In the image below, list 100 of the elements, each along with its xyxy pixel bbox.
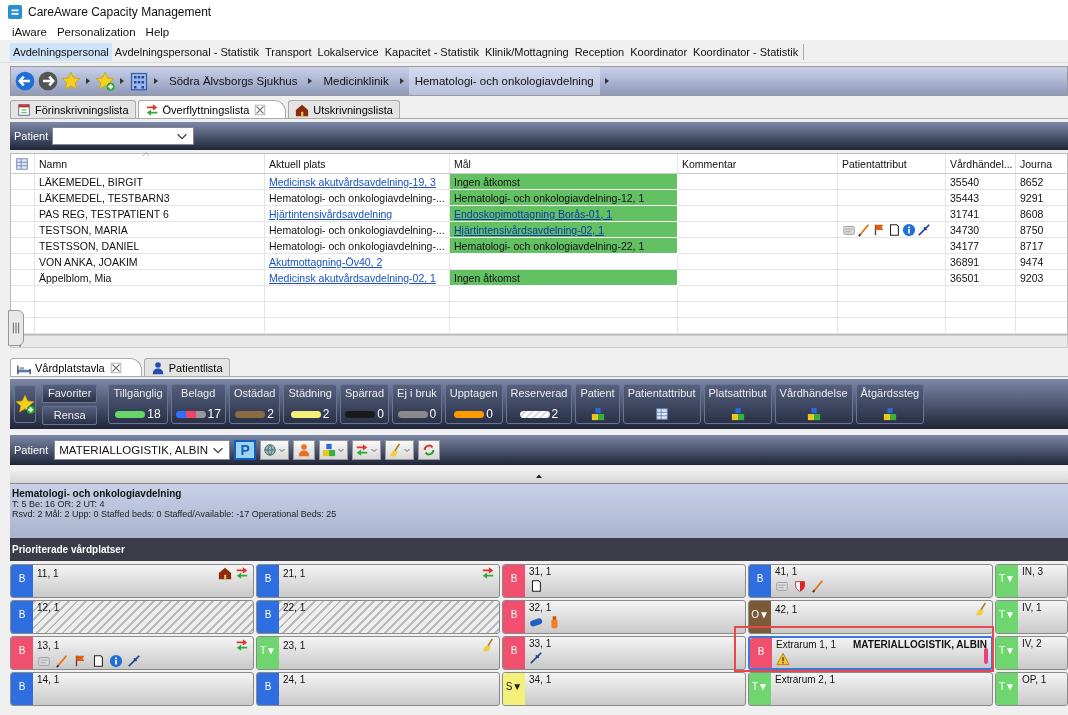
- filter-button[interactable]: Vårdhändelse: [774, 384, 853, 424]
- parking-button[interactable]: P: [234, 440, 257, 460]
- location-link[interactable]: Medicinsk akutvårdsavdelning-19, 3: [269, 176, 436, 188]
- caret-icon[interactable]: [397, 77, 406, 85]
- perspective-tab[interactable]: Transport: [261, 43, 315, 61]
- bed-card[interactable]: B 41, 1: [748, 564, 993, 598]
- bed-card[interactable]: B 24, 1: [256, 672, 500, 706]
- column-header[interactable]: Journa: [1020, 158, 1053, 170]
- bed-card[interactable]: B Extrarum 1, 1 MATERIALLOGISTIK, ALBIN: [748, 636, 993, 670]
- star-add-icon[interactable]: [95, 71, 115, 91]
- status-tag[interactable]: B: [11, 565, 33, 597]
- horizontal-scrollbar[interactable]: [10, 335, 1068, 348]
- filter-button[interactable]: Patientattribut: [622, 384, 701, 424]
- column-header[interactable]: Vårdhändel...: [950, 158, 1013, 170]
- status-tag[interactable]: B: [11, 601, 33, 633]
- filter-button[interactable]: Åtgärdssteg: [855, 384, 925, 424]
- bed-card[interactable]: T▼ Extrarum 2, 1: [748, 672, 993, 706]
- tool-button[interactable]: [352, 440, 382, 460]
- column-header[interactable]: Patientattribut: [842, 158, 907, 170]
- caret-icon[interactable]: [118, 77, 126, 85]
- tab[interactable]: Förinskrivningslista: [10, 100, 136, 118]
- location-link[interactable]: Medicinsk akutvårdsavdelning-02, 1: [269, 272, 436, 284]
- caret-icon[interactable]: [602, 77, 611, 85]
- building-icon[interactable]: [129, 71, 149, 91]
- bed-card[interactable]: B 31, 1: [502, 564, 746, 598]
- bed-card[interactable]: T▼ IN, 3: [995, 564, 1068, 598]
- filter-button[interactable]: Belagd 17: [170, 384, 226, 424]
- tool-button[interactable]: [293, 440, 316, 460]
- goal-link[interactable]: Endoskopimottagning Borås-01, 1: [454, 207, 613, 220]
- column-header[interactable]: Namn: [39, 158, 67, 170]
- filter-button[interactable]: Reserverad 2: [505, 384, 573, 424]
- perspective-tab[interactable]: Reception: [571, 43, 628, 61]
- caret-icon[interactable]: [152, 77, 160, 85]
- bed-card[interactable]: B 11, 1: [10, 564, 254, 598]
- close-icon[interactable]: [108, 360, 123, 375]
- status-tag[interactable]: S▼: [503, 673, 525, 705]
- bed-card[interactable]: T▼ 23, 1: [256, 636, 500, 670]
- perspective-tab[interactable]: Avdelningspersonal - Statistik: [111, 43, 262, 61]
- column-header[interactable]: Mål: [454, 158, 471, 170]
- breadcrumb[interactable]: Södra Älvsborgs Sjukhus: [163, 67, 304, 95]
- patient-dropdown[interactable]: MATERIALLOGISTIK, ALBIN: [54, 440, 231, 460]
- perspective-tab[interactable]: Klinik/Mottagning: [481, 43, 572, 61]
- tool-button[interactable]: [319, 440, 349, 460]
- status-tag[interactable]: B: [11, 673, 33, 705]
- breadcrumb[interactable]: Hematologi- och onkologiavdelning: [408, 67, 600, 95]
- tool-button[interactable]: [385, 440, 415, 460]
- location-link[interactable]: Hjärtintensivårdsavdelning: [269, 208, 393, 220]
- breadcrumb[interactable]: Medicinklinik: [317, 67, 395, 95]
- caret-icon[interactable]: [84, 77, 92, 85]
- bed-card[interactable]: O▼ 42, 1: [748, 600, 993, 634]
- bed-card[interactable]: B 14, 1: [10, 672, 254, 706]
- column-header[interactable]: Aktuell plats: [269, 158, 326, 170]
- bed-card[interactable]: B 12, 1: [10, 600, 254, 634]
- tool-button[interactable]: [418, 440, 441, 460]
- location-link[interactable]: Akutmottagning-Öv40, 2: [269, 256, 383, 268]
- close-icon[interactable]: [253, 102, 268, 117]
- bed-card[interactable]: T▼ IV, 2: [995, 636, 1068, 670]
- bed-card[interactable]: T▼ OP, 1: [995, 672, 1068, 706]
- filter-button[interactable]: Patient: [575, 384, 620, 424]
- bed-card[interactable]: B 33, 1: [502, 636, 746, 670]
- goal-link[interactable]: Hjärtintensivårdsavdelning-02, 1: [454, 223, 604, 236]
- filter-button[interactable]: Platsattribut: [703, 384, 772, 424]
- bed-card[interactable]: B 22, 1: [256, 600, 500, 634]
- forward-icon[interactable]: [38, 71, 58, 91]
- bed-card[interactable]: B 32, 1: [502, 600, 746, 634]
- perspective-tab[interactable]: Koordinator: [627, 43, 691, 61]
- menu-item[interactable]: iAware: [12, 26, 47, 38]
- menu-item[interactable]: Help: [145, 26, 170, 38]
- perspective-tab[interactable]: Koordinator - Statistik: [690, 43, 802, 61]
- collapse-icon[interactable]: [535, 472, 543, 480]
- perspective-tab[interactable]: Lokalservice: [314, 43, 382, 61]
- bed-card[interactable]: B 13, 1: [10, 636, 254, 670]
- status-tag[interactable]: B: [749, 565, 771, 597]
- filter-button[interactable]: Ej i bruk 0: [392, 384, 442, 424]
- tab[interactable]: Utskrivningslista: [288, 100, 400, 118]
- status-tag[interactable]: B: [257, 601, 279, 633]
- filter-button[interactable]: Städning 2: [283, 384, 337, 424]
- filter-button[interactable]: Spärrad 0: [339, 384, 390, 424]
- status-tag[interactable]: B: [257, 565, 279, 597]
- clear-button[interactable]: Rensa: [42, 405, 98, 425]
- tab[interactable]: Vårdplatstavla: [10, 358, 142, 376]
- filter-button[interactable]: Upptagen 0: [444, 384, 503, 424]
- table-icon[interactable]: [15, 157, 29, 171]
- star-icon[interactable]: [61, 71, 81, 91]
- bed-card[interactable]: T▼ IV, 1: [995, 600, 1068, 634]
- perspective-tab[interactable]: Kapacitet - Statistik: [381, 43, 482, 61]
- back-icon[interactable]: [15, 71, 35, 91]
- menu-item[interactable]: Personalization: [56, 26, 136, 38]
- patient-dropdown[interactable]: [52, 127, 195, 145]
- tab[interactable]: Överflyttningslista: [137, 100, 287, 118]
- bed-card[interactable]: B 21, 1: [256, 564, 500, 598]
- add-favorite-button[interactable]: [14, 385, 36, 423]
- favorites-button[interactable]: Favoriter: [42, 383, 98, 403]
- filter-button[interactable]: Ostädad 2: [228, 384, 281, 424]
- status-tag[interactable]: O▼: [749, 601, 771, 633]
- bed-card[interactable]: S▼ 34, 1: [502, 672, 746, 706]
- tab[interactable]: Patientlista: [143, 358, 230, 376]
- perspective-tab[interactable]: Avdelningspersonal: [10, 43, 112, 61]
- status-tag[interactable]: B: [257, 673, 279, 705]
- side-handle[interactable]: [8, 310, 24, 346]
